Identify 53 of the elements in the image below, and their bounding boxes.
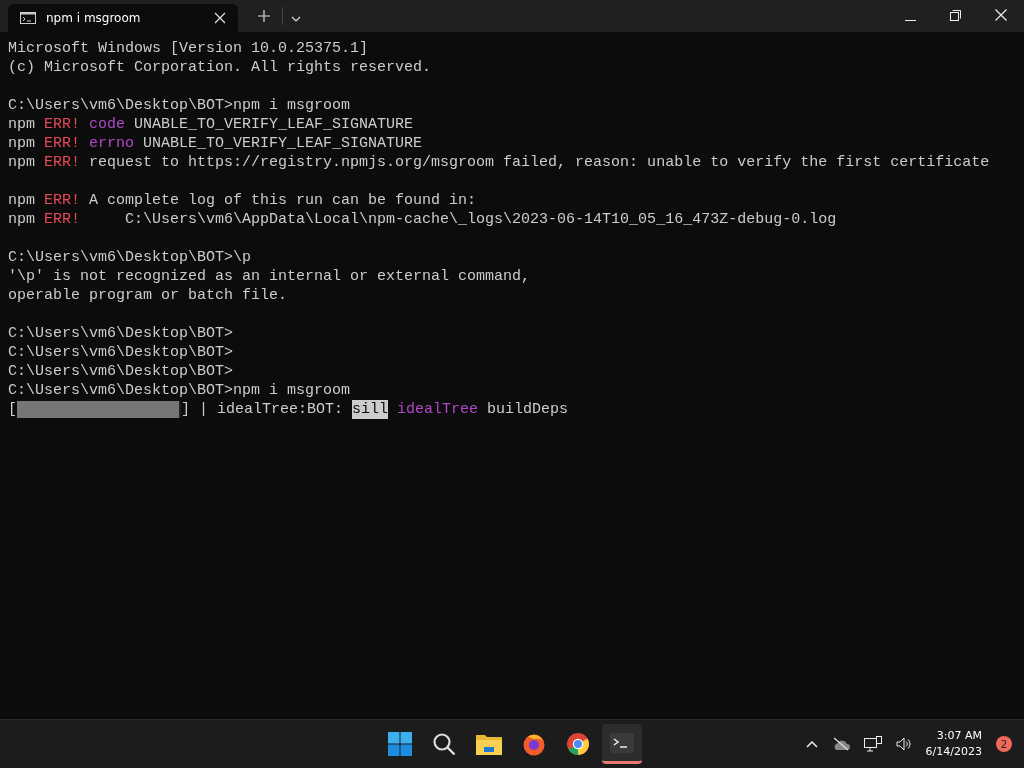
clock[interactable]: 3:07 AM 6/14/2023 bbox=[925, 728, 982, 760]
terminal-text: UNABLE_TO_VERIFY_LEAF_SIGNATURE bbox=[133, 115, 414, 134]
close-tab-icon[interactable] bbox=[214, 12, 226, 24]
terminal-text: npm bbox=[8, 153, 36, 172]
browser-icon[interactable] bbox=[522, 732, 546, 756]
terminal-taskbar-button[interactable] bbox=[602, 724, 642, 764]
terminal-text: request to https://registry.npmjs.org/msgroom failed, reason: unable to verify the first certificate bbox=[88, 153, 990, 172]
start-icon[interactable] bbox=[388, 732, 412, 756]
terminal-text: [ bbox=[8, 400, 17, 419]
notification-badge[interactable]: 2 bbox=[996, 736, 1012, 752]
terminal-text: '\p' is not recognized as an internal or external command, bbox=[8, 267, 531, 286]
chrome-icon[interactable] bbox=[566, 732, 590, 756]
error-label: ERR! bbox=[44, 191, 81, 210]
new-tab-icon[interactable] bbox=[258, 10, 270, 22]
terminal-text: UNABLE_TO_VERIFY_LEAF_SIGNATURE bbox=[142, 134, 423, 153]
folder-icon[interactable] bbox=[476, 733, 502, 755]
error-label: ERR! bbox=[44, 153, 81, 172]
speaker-icon[interactable] bbox=[895, 737, 912, 751]
cloud-off-icon[interactable] bbox=[831, 737, 850, 751]
console-icon bbox=[20, 12, 36, 24]
terminal-text: C:\Users\vm6\AppData\Local\npm-cache\_logs\2023-06-14T10_05_16_473Z-debug-0.log bbox=[124, 210, 837, 229]
terminal-text: C:\Users\vm6\Desktop\BOT> bbox=[8, 362, 234, 381]
terminal-text: npm bbox=[8, 191, 36, 210]
keyword-text: errno bbox=[89, 134, 135, 153]
terminal-text: C:\Users\vm6\Desktop\BOT> bbox=[8, 343, 234, 362]
terminal-text: A complete log of this run can be found in: bbox=[88, 191, 477, 210]
close-icon[interactable] bbox=[995, 9, 1007, 21]
terminal-text: Microsoft Windows [Version 10.0.25375.1] bbox=[8, 39, 369, 58]
keyword-text: idealTree bbox=[397, 400, 479, 419]
error-label: ERR! bbox=[44, 210, 81, 229]
terminal-text: C:\Users\vm6\Desktop\BOT>\p bbox=[8, 248, 252, 267]
terminal-icon bbox=[610, 732, 634, 753]
terminal-text: operable program or batch file. bbox=[8, 286, 288, 305]
terminal-text: C:\Users\vm6\Desktop\BOT>npm i msgroom bbox=[8, 96, 351, 115]
terminal-text: npm bbox=[8, 115, 36, 134]
chevron-down-icon[interactable] bbox=[291, 16, 301, 22]
terminal-text: (c) Microsoft Corporation. All rights reserved. bbox=[8, 58, 432, 77]
restore-icon[interactable] bbox=[950, 10, 961, 21]
terminal-text: buildDeps bbox=[486, 400, 569, 419]
terminal-text: ] | idealTree:BOT: bbox=[181, 400, 345, 419]
terminal-text: npm bbox=[8, 134, 36, 153]
network-icon[interactable] bbox=[863, 736, 882, 752]
highlighted-text: sill bbox=[352, 400, 389, 419]
chevron-up-icon[interactable] bbox=[805, 740, 818, 748]
search-icon[interactable] bbox=[432, 732, 456, 756]
keyword-text: code bbox=[89, 115, 126, 134]
terminal-tab[interactable]: npm i msgroom bbox=[8, 4, 238, 32]
tab-title: npm i msgroom bbox=[46, 11, 142, 25]
error-label: ERR! bbox=[44, 134, 81, 153]
terminal-text: C:\Users\vm6\Desktop\BOT>npm i msgroom bbox=[8, 381, 351, 400]
terminal-text: C:\Users\vm6\Desktop\BOT> bbox=[8, 324, 234, 343]
error-label: ERR! bbox=[44, 115, 81, 134]
terminal-text: npm bbox=[8, 210, 36, 229]
